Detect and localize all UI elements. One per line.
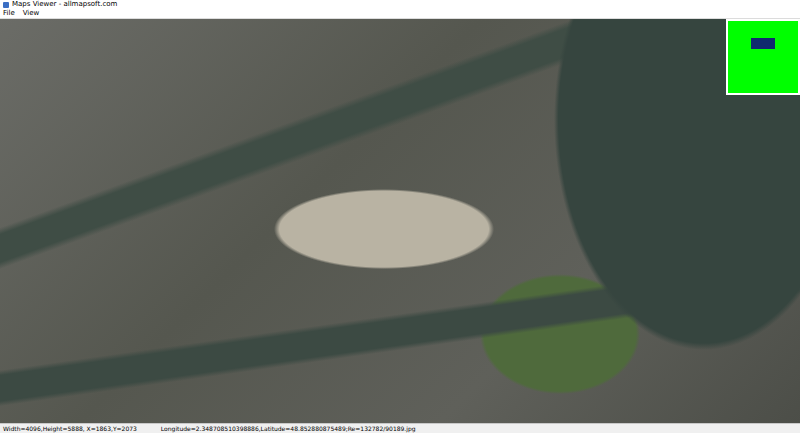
view-rectangle[interactable]	[751, 38, 775, 49]
image-size-text: Width=4096,Height=5888, X=1863,Y=2073	[3, 424, 137, 433]
menu-item[interactable]: View	[23, 9, 40, 18]
satellite-map[interactable]	[0, 19, 800, 423]
menu-bar: File View	[0, 9, 800, 19]
menu-item[interactable]: File	[3, 9, 15, 18]
maps-viewer-window: Maps Viewer - allmapsoft.comFile View Widt…	[0, 0, 800, 433]
title-bar: Maps Viewer - allmapsoft.com	[0, 0, 800, 9]
coordinates-text: Longitude=2.348708510398886,Latitude=48.…	[161, 424, 416, 433]
overview-map[interactable]	[726, 19, 800, 95]
window-title: Maps Viewer - allmapsoft.com	[12, 0, 117, 9]
status-bar: Width=4096,Height=5888, X=1863,Y=2073 Lon…	[0, 423, 800, 433]
app-icon	[3, 2, 9, 8]
